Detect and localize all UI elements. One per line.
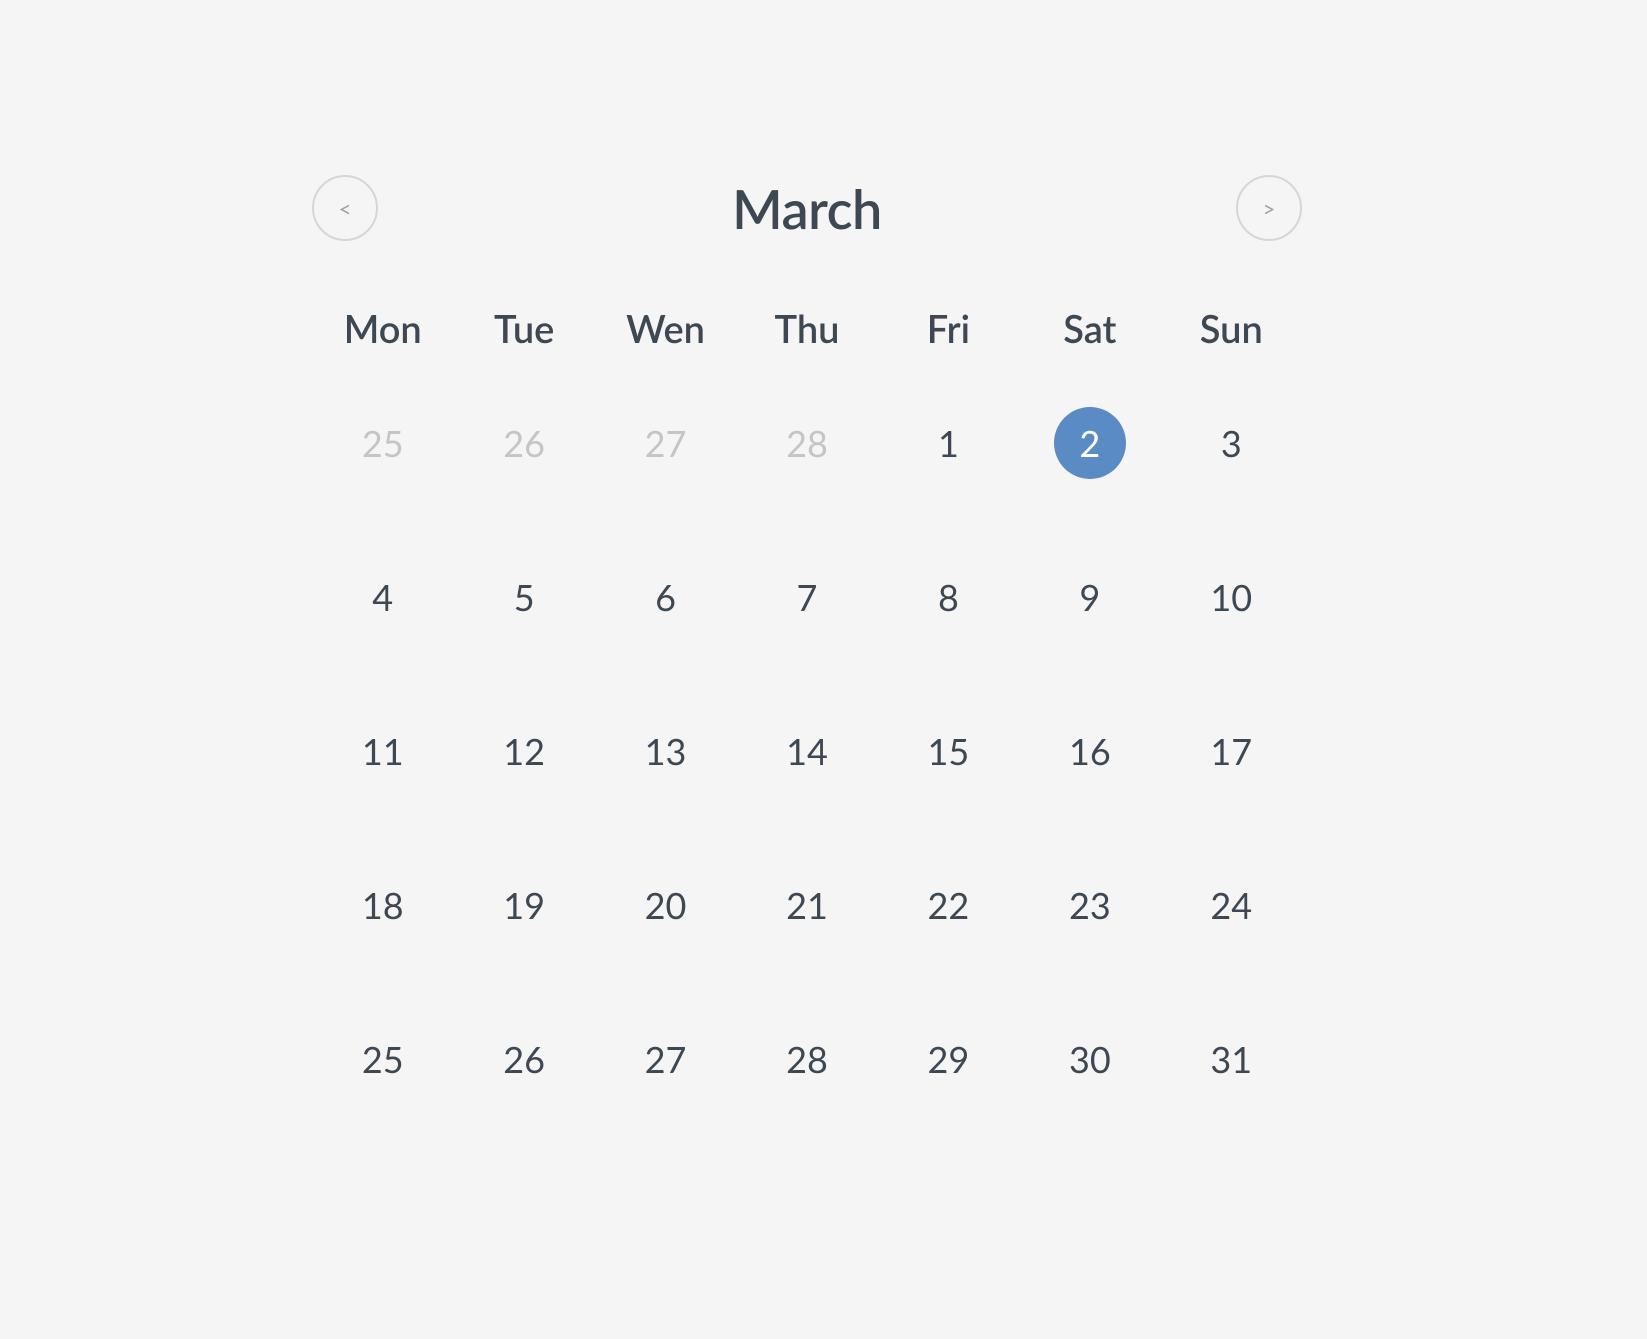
- day-cell[interactable]: 28: [736, 407, 877, 479]
- day-cell[interactable]: 31: [1161, 1023, 1302, 1095]
- day-number: 1: [938, 421, 959, 465]
- day-number: 26: [503, 421, 545, 465]
- day-number: 25: [362, 421, 404, 465]
- prev-month-button[interactable]: <: [312, 175, 378, 241]
- day-number: 31: [1210, 1037, 1252, 1081]
- weekday-label: Mon: [312, 306, 453, 352]
- day-number: 29: [928, 1037, 970, 1081]
- day-cell[interactable]: 22: [878, 869, 1019, 941]
- chevron-right-icon: >: [1263, 195, 1276, 222]
- month-title: March: [378, 176, 1236, 241]
- day-cell[interactable]: 24: [1161, 869, 1302, 941]
- day-cell[interactable]: 17: [1161, 715, 1302, 787]
- day-number: 27: [645, 421, 687, 465]
- day-cell[interactable]: 5: [453, 561, 594, 633]
- day-number: 11: [362, 729, 404, 773]
- day-number: 14: [786, 729, 828, 773]
- day-cell[interactable]: 3: [1161, 407, 1302, 479]
- day-cell[interactable]: 21: [736, 869, 877, 941]
- weekday-label: Tue: [453, 306, 594, 352]
- day-cell[interactable]: 8: [878, 561, 1019, 633]
- day-cell[interactable]: 15: [878, 715, 1019, 787]
- days-grid: 2526272812345678910111213141516171819202…: [312, 407, 1302, 1095]
- day-number: 9: [1079, 575, 1100, 619]
- weekday-label: Fri: [878, 306, 1019, 352]
- day-number: 4: [372, 575, 393, 619]
- day-number: 24: [1210, 883, 1252, 927]
- day-number: 5: [514, 575, 535, 619]
- day-number: 28: [786, 1037, 828, 1081]
- day-number: 3: [1221, 421, 1242, 465]
- day-number: 15: [928, 729, 970, 773]
- day-number: 8: [938, 575, 959, 619]
- weekday-label: Wen: [595, 306, 736, 352]
- day-cell[interactable]: 14: [736, 715, 877, 787]
- day-number: 13: [645, 729, 687, 773]
- day-cell[interactable]: 11: [312, 715, 453, 787]
- day-cell[interactable]: 27: [595, 1023, 736, 1095]
- day-number: 7: [797, 575, 818, 619]
- weekday-label: Sat: [1019, 306, 1160, 352]
- day-cell[interactable]: 28: [736, 1023, 877, 1095]
- day-cell[interactable]: 26: [453, 1023, 594, 1095]
- weekday-label: Thu: [736, 306, 877, 352]
- day-cell[interactable]: 6: [595, 561, 736, 633]
- day-cell[interactable]: 16: [1019, 715, 1160, 787]
- calendar: < March > Mon Tue Wen Thu Fri Sat Sun 25…: [312, 175, 1302, 1095]
- day-cell[interactable]: 23: [1019, 869, 1160, 941]
- day-cell[interactable]: 13: [595, 715, 736, 787]
- day-number: 30: [1069, 1037, 1111, 1081]
- day-number: 26: [503, 1037, 545, 1081]
- day-number: 23: [1069, 883, 1111, 927]
- day-cell[interactable]: 25: [312, 407, 453, 479]
- day-number: 2: [1079, 421, 1100, 465]
- day-number: 17: [1210, 729, 1252, 773]
- day-number: 12: [503, 729, 545, 773]
- day-cell[interactable]: 10: [1161, 561, 1302, 633]
- chevron-left-icon: <: [339, 195, 352, 222]
- calendar-header: < March >: [312, 175, 1302, 241]
- day-number: 27: [645, 1037, 687, 1081]
- day-cell[interactable]: 2: [1019, 407, 1160, 479]
- day-cell[interactable]: 9: [1019, 561, 1160, 633]
- day-cell[interactable]: 25: [312, 1023, 453, 1095]
- day-number: 20: [645, 883, 687, 927]
- day-number: 21: [786, 883, 828, 927]
- weekday-row: Mon Tue Wen Thu Fri Sat Sun: [312, 306, 1302, 352]
- day-number: 6: [655, 575, 676, 619]
- day-number: 28: [786, 421, 828, 465]
- day-number: 19: [503, 883, 545, 927]
- day-cell[interactable]: 19: [453, 869, 594, 941]
- day-number: 10: [1210, 575, 1252, 619]
- day-cell[interactable]: 1: [878, 407, 1019, 479]
- day-cell[interactable]: 30: [1019, 1023, 1160, 1095]
- day-number: 16: [1069, 729, 1111, 773]
- day-cell[interactable]: 12: [453, 715, 594, 787]
- next-month-button[interactable]: >: [1236, 175, 1302, 241]
- day-number: 18: [362, 883, 404, 927]
- day-cell[interactable]: 4: [312, 561, 453, 633]
- day-cell[interactable]: 7: [736, 561, 877, 633]
- day-cell[interactable]: 18: [312, 869, 453, 941]
- day-number: 25: [362, 1037, 404, 1081]
- day-cell[interactable]: 20: [595, 869, 736, 941]
- day-cell[interactable]: 29: [878, 1023, 1019, 1095]
- day-cell[interactable]: 27: [595, 407, 736, 479]
- weekday-label: Sun: [1161, 306, 1302, 352]
- day-number: 22: [928, 883, 970, 927]
- day-cell[interactable]: 26: [453, 407, 594, 479]
